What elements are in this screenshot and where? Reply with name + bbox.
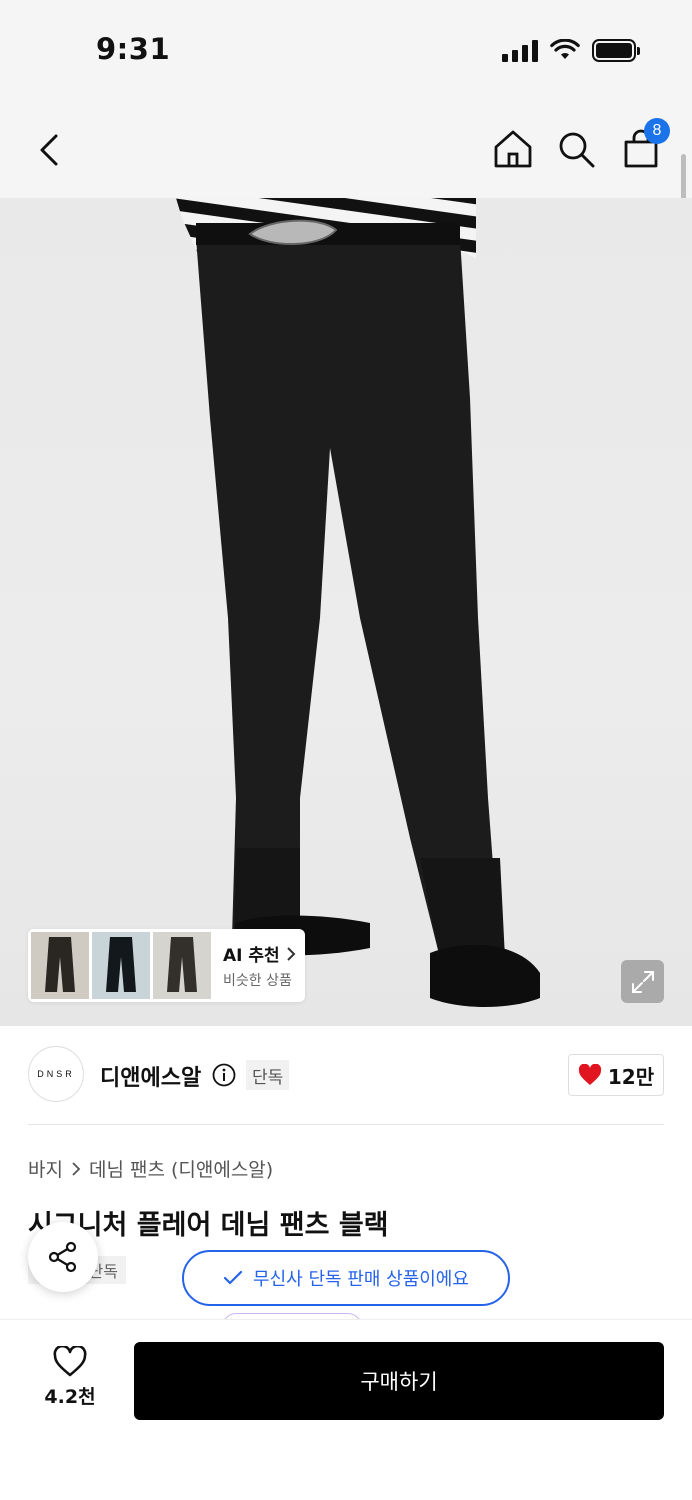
expand-image-button[interactable] xyxy=(621,960,664,1003)
ai-recommend-subtitle: 비슷한 상품 xyxy=(223,973,292,989)
toast-message: 무신사 단독 판매 상품이에요 xyxy=(253,1269,469,1290)
breadcrumb-category[interactable]: 바지 xyxy=(28,1155,63,1182)
cellular-signal-icon xyxy=(502,38,538,62)
search-icon[interactable] xyxy=(555,128,597,170)
info-icon[interactable] xyxy=(212,1063,236,1087)
check-icon xyxy=(223,1270,243,1285)
brand-like-count: 12만 xyxy=(607,1064,655,1089)
heart-outline-icon xyxy=(53,1346,87,1377)
wifi-icon xyxy=(550,39,580,59)
brand-like-button[interactable]: 12만 xyxy=(568,1054,664,1096)
like-count: 4.2천 xyxy=(44,1386,96,1408)
product-photo xyxy=(176,198,540,1007)
ai-recommend-text: AI 추천 비슷한 상품 xyxy=(223,941,296,990)
ai-recommend-card[interactable]: AI 추천 비슷한 상품 xyxy=(28,929,305,1002)
breadcrumb: 바지 데님 팬츠 (디앤에스알) xyxy=(28,1155,273,1182)
product-main-image[interactable] xyxy=(0,198,692,1026)
brand-name[interactable]: 디앤에스알 xyxy=(100,1060,201,1092)
recommend-thumbnail[interactable] xyxy=(92,932,150,999)
share-icon xyxy=(48,1241,77,1273)
status-bar: 9:31 xyxy=(0,0,692,100)
brand-row: DNSR 디앤에스알 단독 12만 xyxy=(28,1046,664,1104)
status-icons xyxy=(502,38,640,62)
bottom-action-bar: 4.2천 구매하기 xyxy=(0,1319,692,1500)
battery-icon xyxy=(592,38,640,62)
cart-button[interactable]: 8 xyxy=(620,118,670,170)
recommend-thumbnail[interactable] xyxy=(153,932,211,999)
home-icon[interactable] xyxy=(492,128,534,170)
cart-count-badge: 8 xyxy=(644,118,670,144)
ai-recommend-title: AI 추천 xyxy=(223,946,280,966)
like-button[interactable]: 4.2천 xyxy=(38,1346,102,1409)
divider xyxy=(28,1124,664,1125)
chevron-right-icon xyxy=(286,946,296,961)
chevron-right-icon xyxy=(72,1161,81,1176)
breadcrumb-subcategory[interactable]: 데님 팬츠 (디앤에스알) xyxy=(89,1155,273,1182)
exclusive-badge: 단독 xyxy=(246,1060,290,1090)
buy-button[interactable]: 구매하기 xyxy=(134,1342,664,1420)
exclusive-toast: 무신사 단독 판매 상품이에요 xyxy=(182,1250,510,1306)
back-chevron-icon[interactable] xyxy=(32,130,68,170)
status-time: 9:31 xyxy=(96,32,171,66)
recommend-thumbnail[interactable] xyxy=(31,932,89,999)
share-button[interactable] xyxy=(28,1222,98,1292)
heart-filled-icon xyxy=(578,1064,601,1085)
brand-logo[interactable]: DNSR xyxy=(28,1046,84,1102)
top-nav-bar: 8 xyxy=(0,100,692,198)
expand-icon xyxy=(631,970,654,993)
